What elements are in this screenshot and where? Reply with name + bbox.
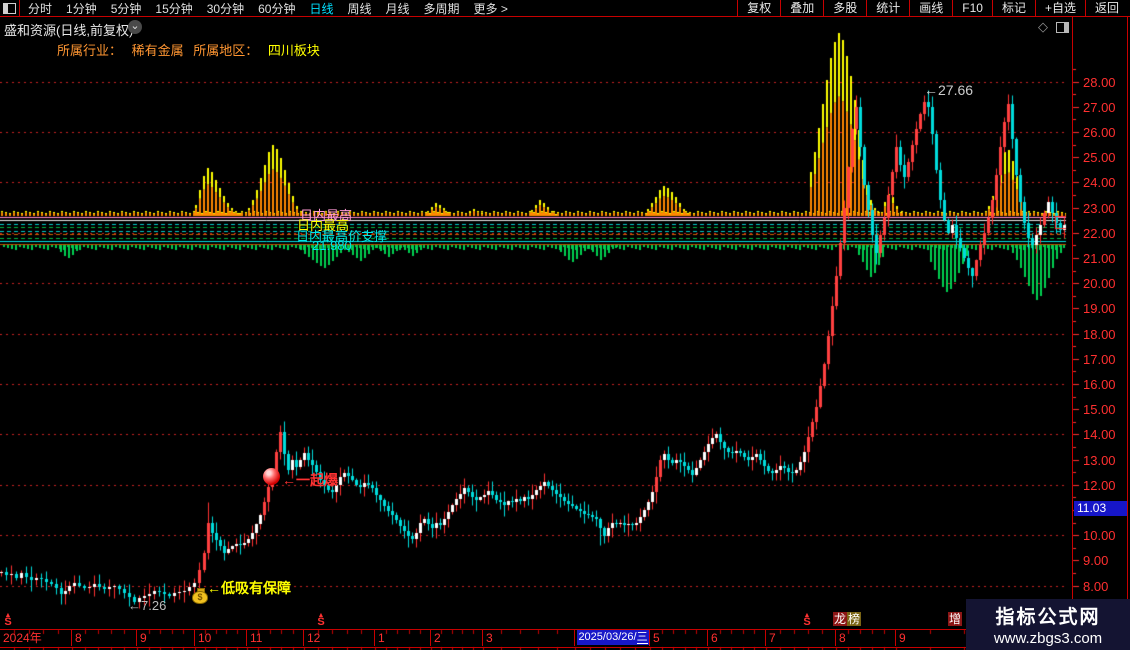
- selected-date-main: 2025/03/26/: [578, 631, 637, 643]
- signal-s-marker[interactable]: ▲ S: [316, 612, 326, 628]
- price-axis-label: 27.00: [1083, 99, 1116, 115]
- s-marker-hat: ▲: [317, 612, 325, 619]
- watermark: 指标公式网 www.zbgs3.com: [966, 599, 1130, 650]
- date-axis-cell: 7: [766, 630, 836, 646]
- date-axis-cell: 5: [650, 630, 708, 646]
- price-axis-label: 10.00: [1083, 528, 1116, 544]
- price-axis-label: 26.00: [1083, 124, 1116, 140]
- date-axis-cell: 2: [431, 630, 483, 646]
- anno-yiqibao: ←一起爆: [282, 472, 338, 488]
- watermark-site-url: www.zbgs3.com: [993, 630, 1103, 647]
- balloon-marker-icon[interactable]: [263, 468, 280, 485]
- date-axis-cell: 10: [195, 630, 247, 646]
- price-axis-label: 20.00: [1083, 276, 1116, 292]
- price-axis-label: 12.00: [1083, 477, 1116, 493]
- price-axis-label: 16.00: [1083, 376, 1116, 392]
- price-axis-label: 21.00: [1083, 250, 1116, 266]
- s-marker-hat: ▲: [803, 612, 811, 619]
- price-axis-label: 9.00: [1083, 553, 1109, 569]
- date-axis-cell: 3: [483, 630, 575, 646]
- date-axis-cell: 2024年: [0, 630, 72, 646]
- price-axis-label: 17.00: [1083, 351, 1116, 367]
- signal-s-marker[interactable]: ▲ S: [3, 612, 13, 628]
- signal-s-marker[interactable]: ▲ S: [802, 612, 812, 628]
- price-axis-label: 14.00: [1083, 427, 1116, 443]
- price-axis-label: 18.00: [1083, 326, 1116, 342]
- event-badge[interactable]: 增: [948, 612, 963, 626]
- price-axis-label: 28.00: [1083, 74, 1116, 90]
- date-axis-cell: 11: [247, 630, 304, 646]
- anno-low-726: ←7.26: [128, 598, 167, 613]
- selected-date-label[interactable]: 2025/03/26/三: [577, 630, 649, 645]
- price-axis-label: 15.00: [1083, 402, 1116, 418]
- band-label-support-value: 21.980: [312, 238, 352, 253]
- price-axis-label: 24.00: [1083, 175, 1116, 191]
- stock-chart-window: 分时1分钟5分钟15分钟30分钟60分钟日线周线月线多周期更多 > 复权叠加多股…: [0, 0, 1130, 650]
- date-axis-cell: 8: [72, 630, 137, 646]
- price-axis-label: 23.00: [1083, 200, 1116, 216]
- price-axis: 28.00 27.00 26.00 25.00 24.00 23.00 22.00 21.00…: [1072, 17, 1128, 629]
- price-axis-label: 19.00: [1083, 301, 1116, 317]
- date-axis-cell: 1: [375, 630, 431, 646]
- event-badge[interactable]: 龙榜: [833, 612, 862, 626]
- anno-high-2766: ←27.66: [924, 82, 974, 98]
- axis-bottom-strip: [0, 646, 1127, 650]
- date-axis-cell: 9: [137, 630, 195, 646]
- price-axis-label: 8.00: [1083, 578, 1109, 594]
- date-axis-cell: 6: [708, 630, 766, 646]
- anno-dixi: ←低吸有保障: [207, 580, 291, 596]
- selected-date-weekday: 三: [636, 631, 648, 644]
- price-axis-label: 25.00: [1083, 150, 1116, 166]
- s-marker-hat: ▲: [4, 612, 12, 619]
- date-axis-cell: 12: [304, 630, 375, 646]
- date-axis-cell: 8: [836, 630, 896, 646]
- price-axis-label: 22.00: [1083, 225, 1116, 241]
- current-price-tag: 11.03: [1074, 501, 1127, 517]
- watermark-site-name: 指标公式网: [995, 607, 1101, 628]
- price-axis-label: 13.00: [1083, 452, 1116, 468]
